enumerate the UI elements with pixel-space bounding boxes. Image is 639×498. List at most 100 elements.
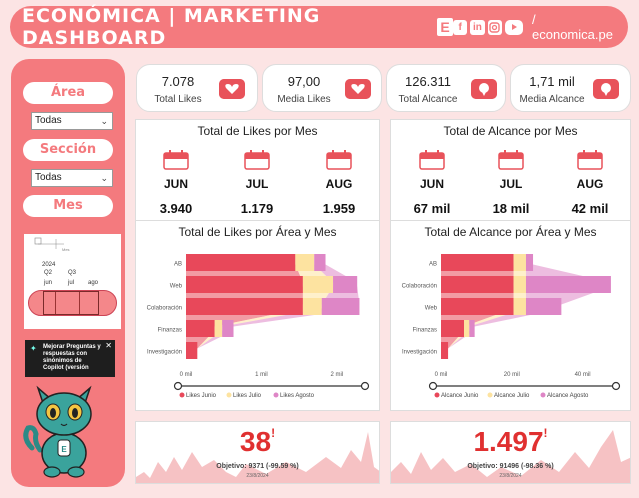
kpi-value: 97,00	[287, 74, 321, 89]
likes-month-aug: AUG 1.959	[314, 150, 364, 216]
legend-label: Alcance Julio	[494, 393, 530, 399]
chart-bar[interactable]	[314, 254, 326, 271]
range-slider-handle[interactable]	[360, 381, 370, 391]
divider	[391, 220, 630, 221]
area-dropdown[interactable]: Todas ⌄	[31, 112, 113, 130]
chart-bar[interactable]	[186, 276, 303, 293]
chart-bar[interactable]	[295, 254, 315, 271]
close-icon[interactable]: ✕	[105, 342, 112, 350]
alcance-panel: Total de Alcance por Mes JUN 67 mil JUL …	[390, 119, 631, 411]
chart-bar[interactable]	[441, 276, 514, 293]
alcance-chart-title: Total de Alcance por Área y Mes	[424, 225, 597, 239]
divider	[136, 220, 379, 221]
likes-area-chart[interactable]: AB Web Colaboración Finanzas Investigación 0 …	[136, 240, 379, 410]
chart-bar[interactable]	[513, 276, 526, 293]
chart-bar[interactable]	[302, 298, 322, 315]
linkedin-icon[interactable]: in	[470, 19, 485, 35]
alcance-month-aug: AUG 42 mil	[565, 150, 615, 216]
chart-bar[interactable]	[441, 298, 514, 315]
seccion-dropdown[interactable]: Todas ⌄	[31, 169, 113, 187]
chart-bar[interactable]	[186, 298, 303, 315]
timeline-year: 2024	[42, 262, 56, 268]
month-value: 18 mil	[492, 201, 530, 216]
chart-bar[interactable]	[513, 298, 526, 315]
category-label: Investigación	[402, 350, 437, 356]
header-banner: ECONÓMICA | MARKETING DASHBOARD E f in /…	[10, 5, 628, 49]
facebook-icon[interactable]: f	[453, 19, 468, 35]
chart-bar[interactable]	[302, 276, 334, 293]
timeline-month-jul[interactable]: jul	[68, 280, 74, 286]
cat-mascot-illustration: E	[23, 385, 92, 478]
chart-bar[interactable]	[469, 320, 475, 337]
month-timeline-slicer[interactable]: Mes 2024 Q2 Q3 jun jul ago	[24, 234, 121, 329]
chart-bar[interactable]	[214, 320, 223, 337]
chart-bar[interactable]	[333, 276, 358, 293]
calendar-icon	[577, 150, 603, 170]
likes-chart-title: Total de Likes por Área y Mes	[178, 225, 337, 239]
area-dropdown-value: Todas	[35, 115, 62, 126]
chart-bar[interactable]	[525, 298, 562, 315]
likes-objetivo: Objetivo: 9371 (-99.59 %)	[216, 463, 299, 470]
month-value: 67 mil	[413, 201, 451, 216]
chart-bar[interactable]	[441, 320, 465, 337]
category-label: Colaboración	[402, 284, 437, 290]
site-link[interactable]: / economica.pe	[532, 12, 616, 42]
x-tick-label: 20 mil	[504, 372, 520, 378]
likes-goal-value: 38!	[239, 426, 276, 457]
economica-logo: E	[436, 18, 454, 36]
kpi-value: 1,71 mil	[529, 74, 575, 89]
month-value: 42 mil	[571, 201, 609, 216]
calendar-icon	[163, 150, 189, 170]
instagram-icon[interactable]	[487, 19, 502, 35]
kpi-value: 126.311	[404, 74, 452, 89]
timeline-month-jun[interactable]: jun	[44, 280, 52, 286]
x-tick-label: 1 mil	[255, 372, 268, 378]
category-label: Investigación	[147, 350, 182, 356]
svg-text:Mes: Mes	[62, 247, 70, 252]
chart-bar[interactable]	[186, 320, 215, 337]
calendar-icon	[498, 150, 524, 170]
kpi-media-likes: 97,00 Media Likes	[262, 64, 382, 112]
calendar-icon	[244, 150, 270, 170]
timeline-month-ago[interactable]: ago	[88, 280, 98, 286]
x-tick-label: 0 mil	[435, 372, 448, 378]
likes-month-jun: JUN 3.940	[151, 150, 201, 216]
x-tick-label: 2 mil	[330, 372, 343, 378]
chart-bar[interactable]	[525, 254, 534, 271]
alcance-goal-value: 1.497!	[473, 426, 548, 457]
category-label: Finanzas	[413, 328, 437, 334]
copilot-text: Mejorar Preguntas y respuestas con sinón…	[43, 344, 101, 371]
mes-slicer-label: Mes	[23, 195, 113, 217]
category-label: AB	[429, 262, 437, 268]
month-name: JUL	[245, 177, 269, 191]
seccion-dropdown-value: Todas	[35, 172, 62, 183]
chart-bar[interactable]	[525, 276, 611, 293]
legend-label: Likes Junio	[186, 393, 217, 399]
copilot-notification[interactable]: ✦ ✕ Mejorar Preguntas y respuestas con s…	[25, 340, 115, 377]
chart-bar[interactable]	[186, 254, 296, 271]
chart-bar[interactable]	[222, 320, 234, 337]
category-label: Web	[425, 306, 438, 312]
range-slider-handle[interactable]	[173, 381, 183, 391]
likes-goal-card: 38! Objetivo: 9371 (-99.59 %) 23/8/2024	[135, 421, 380, 484]
chart-bar[interactable]	[441, 254, 514, 271]
chart-bar[interactable]	[321, 298, 360, 315]
x-tick-label: 0 mil	[180, 372, 193, 378]
chart-bar[interactable]	[513, 254, 526, 271]
range-slider-handle[interactable]	[428, 381, 438, 391]
alcance-date: 23/8/2024	[499, 473, 522, 479]
chart-bar[interactable]	[186, 342, 198, 359]
x-tick-label: 40 mil	[575, 372, 591, 378]
chevron-down-icon: ⌄	[100, 173, 108, 183]
timeline-range-bar[interactable]	[28, 290, 117, 316]
legend-label: Alcance Junio	[441, 393, 479, 399]
chart-bar[interactable]	[441, 342, 449, 359]
likes-month-title: Total de Likes por Mes	[197, 124, 318, 138]
alcance-area-chart[interactable]: AB Colaboración Web Finanzas Investigación 0 …	[391, 240, 630, 410]
range-slider-handle[interactable]	[611, 381, 621, 391]
legend-swatch	[540, 392, 546, 398]
chart-bar[interactable]	[464, 320, 470, 337]
kpi-label: Media Likes	[277, 94, 331, 105]
youtube-icon[interactable]	[504, 19, 523, 35]
month-name: JUN	[163, 177, 188, 191]
